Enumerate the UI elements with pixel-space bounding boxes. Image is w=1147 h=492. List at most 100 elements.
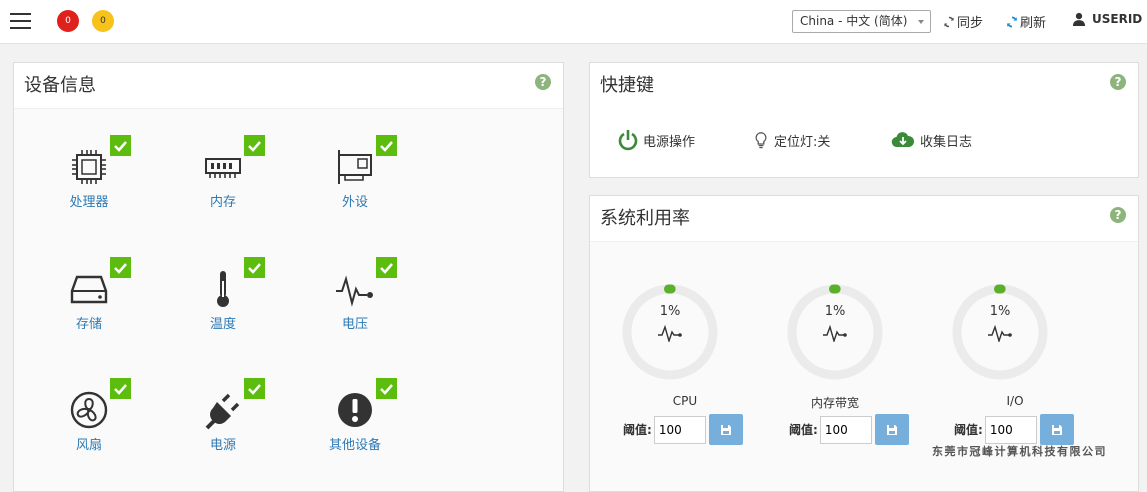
user-menu[interactable]: USERID (1072, 12, 1147, 26)
refresh-label: 刷新 (1020, 16, 1047, 31)
save-button[interactable] (1039, 414, 1074, 445)
device-cpu[interactable]: 处理器 (34, 135, 144, 225)
device-label: 处理器 (69, 195, 109, 210)
threshold-memory-bandwidth: 阈值: (789, 414, 909, 445)
device-label: 电源 (209, 438, 236, 453)
panel-title: 快捷键 (600, 75, 654, 96)
device-power[interactable]: 电源 (168, 378, 278, 468)
save-icon (1051, 424, 1062, 435)
threshold-input[interactable] (653, 415, 706, 444)
panel-title: 系统利用率 (600, 208, 690, 229)
save-icon (886, 424, 897, 435)
power-icon (618, 130, 638, 151)
status-ok-icon (110, 257, 131, 278)
device-voltage[interactable]: 电压 (300, 257, 410, 347)
help-icon[interactable]: ? (535, 74, 551, 90)
help-icon[interactable]: ? (1110, 74, 1126, 90)
status-ok-icon (376, 135, 397, 156)
refresh-button[interactable]: 刷新 (1006, 12, 1046, 31)
device-label: 风扇 (75, 438, 102, 453)
gauge-memory-bandwidth: 1% (785, 282, 885, 382)
user-label: USERID (1092, 12, 1143, 26)
power-action-button[interactable]: 电源操作 (618, 129, 695, 151)
sync-label: 同步 (957, 16, 984, 31)
gauge-value: 1% (659, 304, 681, 319)
save-button[interactable] (708, 414, 743, 445)
panel-header: 快捷键 ? (590, 63, 1138, 109)
panel-header: 设备信息 ? (14, 63, 563, 109)
pulse-icon (988, 324, 1012, 342)
device-fan[interactable]: 风扇 (34, 378, 144, 468)
voltage-icon (336, 275, 373, 307)
alert-badge-warning[interactable]: 0 (92, 10, 114, 32)
device-label: 其他设备 (328, 438, 381, 453)
status-ok-icon (110, 135, 131, 156)
power-plug-icon (205, 393, 240, 430)
top-bar: 0 0 China - 中文 (简体) 同步 刷新 USERID (0, 0, 1147, 44)
chevron-down-icon (918, 20, 924, 24)
exclamation-icon (338, 393, 372, 427)
sync-icon (944, 16, 954, 27)
gauge-cpu: 1% (620, 282, 720, 382)
status-ok-icon (376, 257, 397, 278)
threshold-cpu: 阈值: (623, 414, 743, 445)
status-ok-icon (110, 378, 131, 399)
storage-icon (70, 275, 108, 304)
status-ok-icon (376, 378, 397, 399)
threshold-io: 阈值: (954, 414, 1074, 445)
alert-badge-critical[interactable]: 0 (57, 10, 79, 32)
device-memory[interactable]: 内存 (168, 135, 278, 225)
device-label: 内存 (209, 195, 236, 210)
pci-card-icon (338, 150, 372, 184)
status-ok-icon (244, 378, 265, 399)
threshold-label: 阈值: (954, 423, 983, 437)
gauge-value: 1% (824, 304, 846, 319)
language-select[interactable]: China - 中文 (简体) (792, 10, 931, 33)
lightbulb-icon (755, 132, 767, 149)
device-info-panel: 设备信息 ? 处理器 内存 外设 存储 温度 电压 风扇 电源 其他设备 (13, 62, 564, 492)
device-grid: 处理器 内存 外设 存储 温度 电压 风扇 电源 其他设备 (14, 109, 563, 491)
fan-icon (70, 391, 108, 429)
threshold-input[interactable] (984, 415, 1037, 444)
threshold-label: 阈值: (789, 423, 818, 437)
device-peripheral[interactable]: 外设 (300, 135, 410, 225)
gauge-label: 内存带宽 (810, 396, 859, 410)
gauge-label: CPU (672, 394, 698, 408)
sync-button[interactable]: 同步 (943, 12, 983, 31)
collect-logs-label: 收集日志 (920, 134, 973, 150)
device-label: 存储 (75, 317, 102, 332)
cloud-download-icon (891, 132, 915, 148)
pulse-icon (823, 324, 847, 342)
device-label: 温度 (209, 317, 236, 332)
menu-icon[interactable] (10, 13, 31, 29)
gauge-label: I/O (1006, 394, 1024, 408)
threshold-label: 阈值: (623, 423, 652, 437)
locate-light-label: 定位灯:关 (774, 134, 831, 150)
status-ok-icon (244, 135, 265, 156)
refresh-icon (1007, 16, 1017, 27)
locate-light-button[interactable]: 定位灯:关 (753, 129, 830, 151)
shortcut-panel: 快捷键 ? 电源操作 定位灯:关 收集日志 (589, 62, 1139, 178)
device-storage[interactable]: 存储 (34, 257, 144, 347)
gauge-io: 1% (950, 282, 1050, 382)
help-icon[interactable]: ? (1110, 207, 1126, 223)
threshold-input[interactable] (819, 415, 872, 444)
thermometer-icon (217, 271, 229, 307)
status-ok-icon (244, 257, 265, 278)
gauge-value: 1% (989, 304, 1011, 319)
collect-logs-button[interactable]: 收集日志 (891, 129, 972, 151)
device-label: 电压 (341, 317, 368, 332)
cpu-icon (72, 150, 106, 184)
power-action-label: 电源操作 (643, 134, 696, 150)
save-icon (720, 424, 731, 435)
save-button[interactable] (874, 414, 909, 445)
device-temperature[interactable]: 温度 (168, 257, 278, 347)
memory-icon (205, 158, 241, 178)
panel-title: 设备信息 (24, 75, 96, 96)
pulse-icon (658, 324, 682, 342)
panel-header: 系统利用率 ? (590, 196, 1138, 242)
device-label: 外设 (341, 195, 368, 210)
user-icon (1072, 12, 1086, 26)
device-other[interactable]: 其他设备 (300, 378, 410, 468)
company-watermark: 东莞市冠峰计算机科技有限公司 (932, 445, 1107, 458)
